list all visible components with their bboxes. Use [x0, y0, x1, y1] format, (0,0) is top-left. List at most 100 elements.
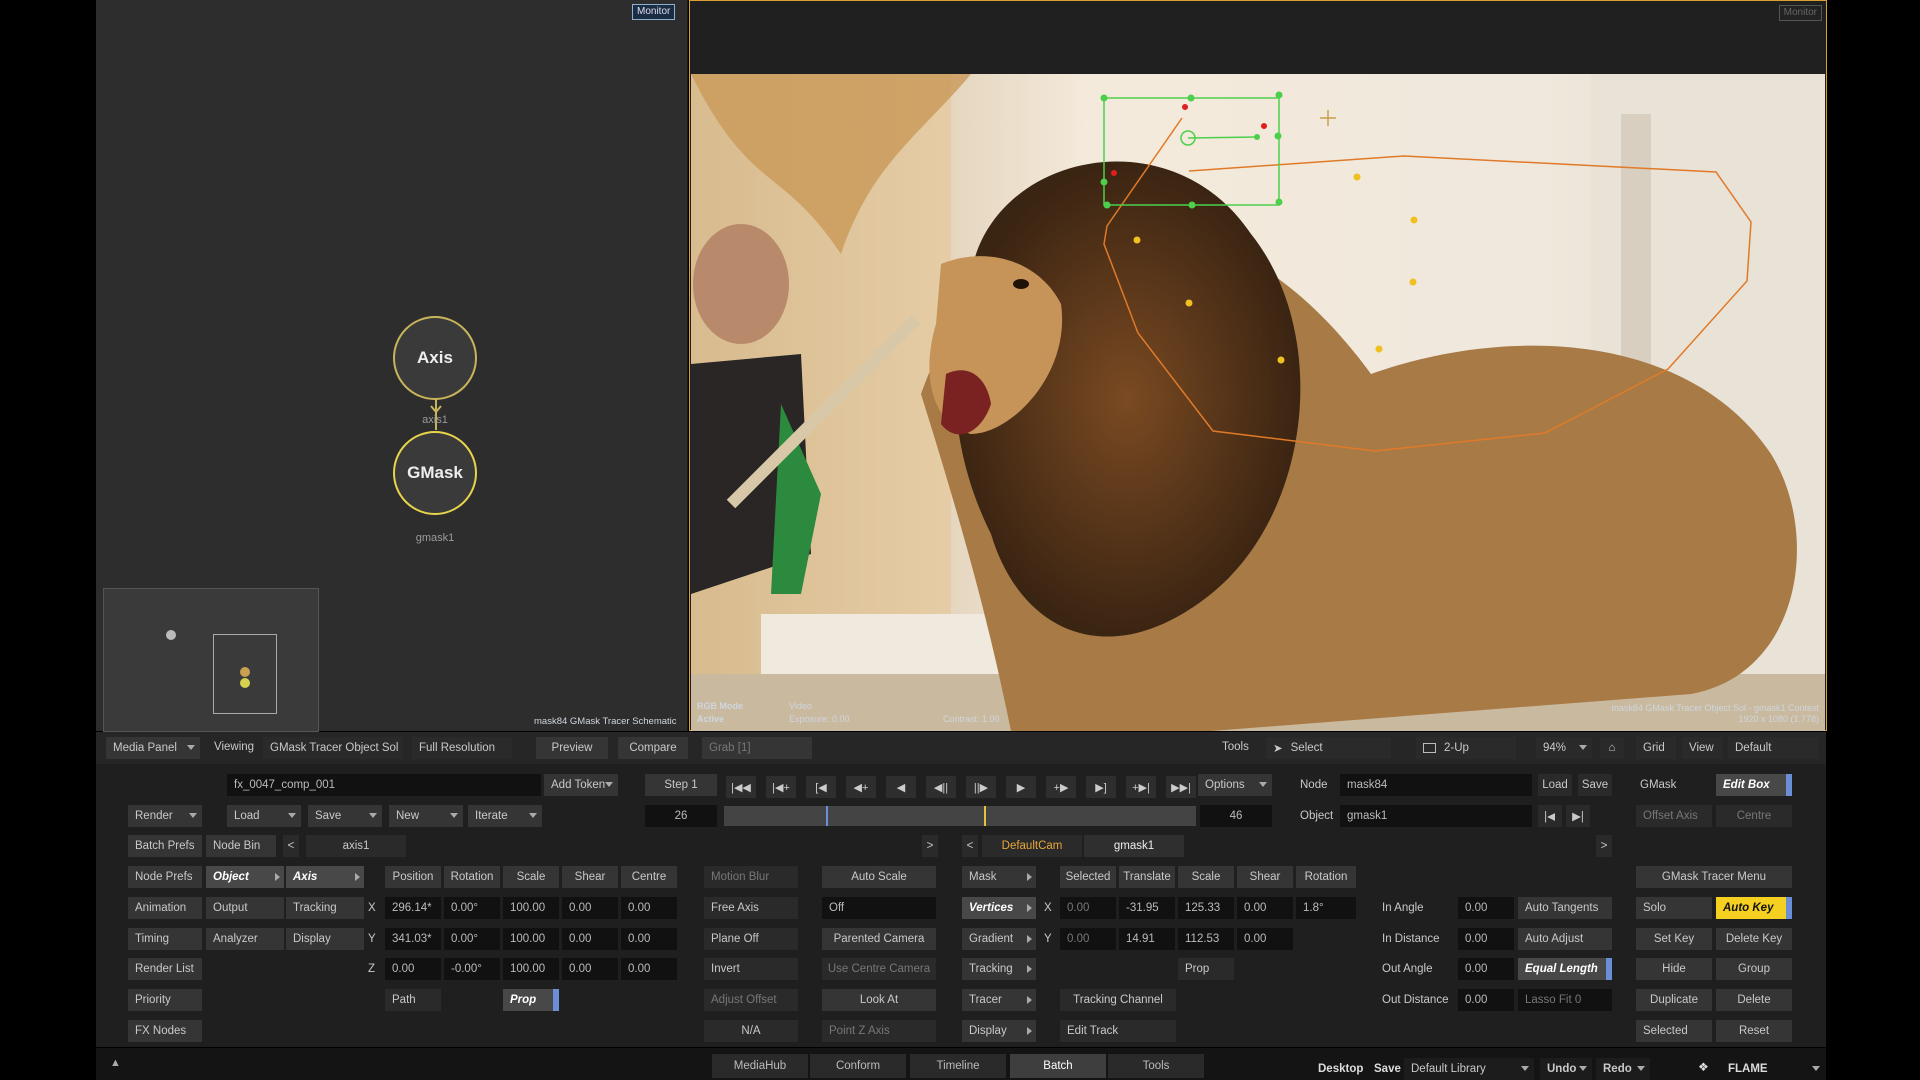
compare-button[interactable]: Compare: [618, 737, 688, 759]
defaultcam-tab[interactable]: DefaultCam: [982, 835, 1082, 857]
node-load-button[interactable]: Load: [1538, 774, 1572, 796]
animation-button[interactable]: Animation: [128, 897, 202, 919]
home-icon[interactable]: ⌂: [1600, 737, 1624, 759]
position-z-field[interactable]: 0.00: [385, 958, 441, 980]
off-field[interactable]: Off: [822, 897, 936, 919]
gmask1-tab[interactable]: gmask1: [1084, 835, 1184, 857]
tracking-menu[interactable]: Tracking: [286, 897, 364, 919]
grab-button[interactable]: Grab [1]: [702, 737, 812, 759]
mask-scale-y-field[interactable]: 112.53: [1178, 928, 1234, 950]
timeline-scrubber[interactable]: [724, 806, 1196, 826]
library-dropdown[interactable]: Default Library: [1404, 1058, 1534, 1080]
gmask-tracer-menu-button[interactable]: GMask Tracer Menu: [1636, 866, 1792, 888]
tab-tools[interactable]: Tools: [1108, 1054, 1204, 1078]
centre-z-field[interactable]: 0.00: [621, 958, 677, 980]
tab-mediahub[interactable]: MediaHub: [712, 1054, 808, 1078]
selected-x-field[interactable]: 0.00: [1060, 897, 1116, 919]
timing-button[interactable]: Timing: [128, 928, 202, 950]
tracer-menu[interactable]: Tracer: [962, 989, 1036, 1011]
playhead[interactable]: [984, 806, 986, 826]
media-panel-dropdown[interactable]: Media Panel: [106, 737, 200, 759]
free-axis-button[interactable]: Free Axis: [704, 897, 798, 919]
step-forward-icon[interactable]: ||▶: [966, 776, 996, 798]
zoom-dropdown[interactable]: 94%: [1536, 737, 1592, 759]
scale-x-field[interactable]: 100.00: [503, 897, 559, 919]
save-dropdown[interactable]: Save: [308, 805, 382, 827]
in-distance-field[interactable]: 0.00: [1458, 928, 1514, 950]
edit-box-toggle[interactable]: Edit Box: [1716, 774, 1792, 796]
path-button[interactable]: Path: [385, 989, 441, 1011]
out-angle-field[interactable]: 0.00: [1458, 958, 1514, 980]
grid-button[interactable]: Grid: [1636, 737, 1676, 759]
step-button[interactable]: Step 1: [645, 774, 717, 796]
centre-button[interactable]: Centre: [1716, 805, 1792, 827]
use-centre-camera-button[interactable]: Use Centre Camera: [822, 958, 936, 980]
iterate-dropdown[interactable]: Iterate: [468, 805, 542, 827]
next-key-icon[interactable]: +▶|: [1126, 776, 1156, 798]
options-dropdown[interactable]: Options: [1198, 774, 1272, 796]
gmask-node[interactable]: GMask: [393, 431, 477, 515]
default-view-button[interactable]: Default: [1728, 737, 1818, 759]
axis-node[interactable]: Axis: [393, 316, 477, 400]
centre-y-field[interactable]: 0.00: [621, 928, 677, 950]
new-dropdown[interactable]: New: [389, 805, 463, 827]
object-tab-back[interactable]: <: [962, 835, 978, 857]
adjust-offset-button[interactable]: Adjust Offset: [704, 989, 798, 1011]
output-menu[interactable]: Output: [206, 897, 284, 919]
equal-length-toggle[interactable]: Equal Length: [1518, 958, 1612, 980]
full-resolution-button[interactable]: Full Resolution: [412, 737, 512, 759]
breadcrumb[interactable]: axis1: [306, 835, 406, 857]
tab-conform[interactable]: Conform: [810, 1054, 906, 1078]
next-step-icon[interactable]: +▶: [1046, 776, 1076, 798]
object-menu[interactable]: Object: [206, 866, 284, 888]
load-dropdown[interactable]: Load: [227, 805, 301, 827]
tracking-channel-button[interactable]: Tracking Channel: [1060, 989, 1176, 1011]
motion-blur-button[interactable]: Motion Blur: [704, 866, 798, 888]
in-angle-field[interactable]: 0.00: [1458, 897, 1514, 919]
look-at-button[interactable]: Look At: [822, 989, 936, 1011]
rotation-x-field[interactable]: 0.00°: [444, 897, 500, 919]
invert-button[interactable]: Invert: [704, 958, 798, 980]
play-back-icon[interactable]: ◀: [886, 776, 916, 798]
delete-key-button[interactable]: Delete Key: [1716, 928, 1792, 950]
point-z-axis-button[interactable]: Point Z Axis: [822, 1020, 936, 1042]
analyzer-menu[interactable]: Analyzer: [206, 928, 284, 950]
first-frame-icon[interactable]: |◀◀: [726, 776, 756, 798]
breadcrumb-back[interactable]: <: [283, 835, 299, 857]
offset-axis-button[interactable]: Offset Axis: [1636, 805, 1712, 827]
prev-step-icon[interactable]: ◀+: [846, 776, 876, 798]
prev-key-icon[interactable]: |◀+: [766, 776, 796, 798]
translate-y-field[interactable]: 14.91: [1119, 928, 1175, 950]
play-icon[interactable]: ▶: [1006, 776, 1036, 798]
render-list-button[interactable]: Render List: [128, 958, 202, 980]
scale-z-field[interactable]: 100.00: [503, 958, 559, 980]
tracking-mask-menu[interactable]: Tracking: [962, 958, 1036, 980]
batch-prefs-button[interactable]: Batch Prefs: [128, 835, 202, 857]
set-key-button[interactable]: Set Key: [1636, 928, 1712, 950]
plane-off-button[interactable]: Plane Off: [704, 928, 798, 950]
lasso-fit-field[interactable]: Lasso Fit 0: [1518, 989, 1612, 1011]
render-dropdown[interactable]: Render: [128, 805, 202, 827]
mask-prop-button[interactable]: Prop: [1178, 958, 1234, 980]
node-save-button[interactable]: Save: [1578, 774, 1612, 796]
vertices-menu[interactable]: Vertices: [962, 897, 1036, 919]
step-back-icon[interactable]: ◀||: [926, 776, 956, 798]
bottom-save-button[interactable]: Save: [1374, 1063, 1401, 1075]
mark-out-icon[interactable]: ▶]: [1086, 776, 1116, 798]
mask-menu[interactable]: Mask: [962, 866, 1036, 888]
display-mask-menu[interactable]: Display: [962, 1020, 1036, 1042]
mask-rotation-field[interactable]: 1.8°: [1296, 897, 1356, 919]
auto-scale-button[interactable]: Auto Scale: [822, 866, 936, 888]
auto-adjust-button[interactable]: Auto Adjust: [1518, 928, 1612, 950]
view-button[interactable]: View: [1682, 737, 1722, 759]
redo-button[interactable]: Redo: [1596, 1058, 1650, 1080]
node-prefs-button[interactable]: Node Prefs: [128, 866, 202, 888]
gradient-menu[interactable]: Gradient: [962, 928, 1036, 950]
parented-camera-button[interactable]: Parented Camera: [822, 928, 936, 950]
preview-button[interactable]: Preview: [536, 737, 608, 759]
two-up-button[interactable]: 2-Up: [1416, 737, 1516, 759]
end-frame-field[interactable]: 46: [1200, 805, 1272, 827]
image-frame[interactable]: RGB Mode Active Video Exposure: 0.00 Con…: [691, 74, 1825, 731]
select-tool[interactable]: ➤ Select: [1266, 737, 1391, 759]
collapse-icon[interactable]: ▲: [110, 1057, 121, 1069]
